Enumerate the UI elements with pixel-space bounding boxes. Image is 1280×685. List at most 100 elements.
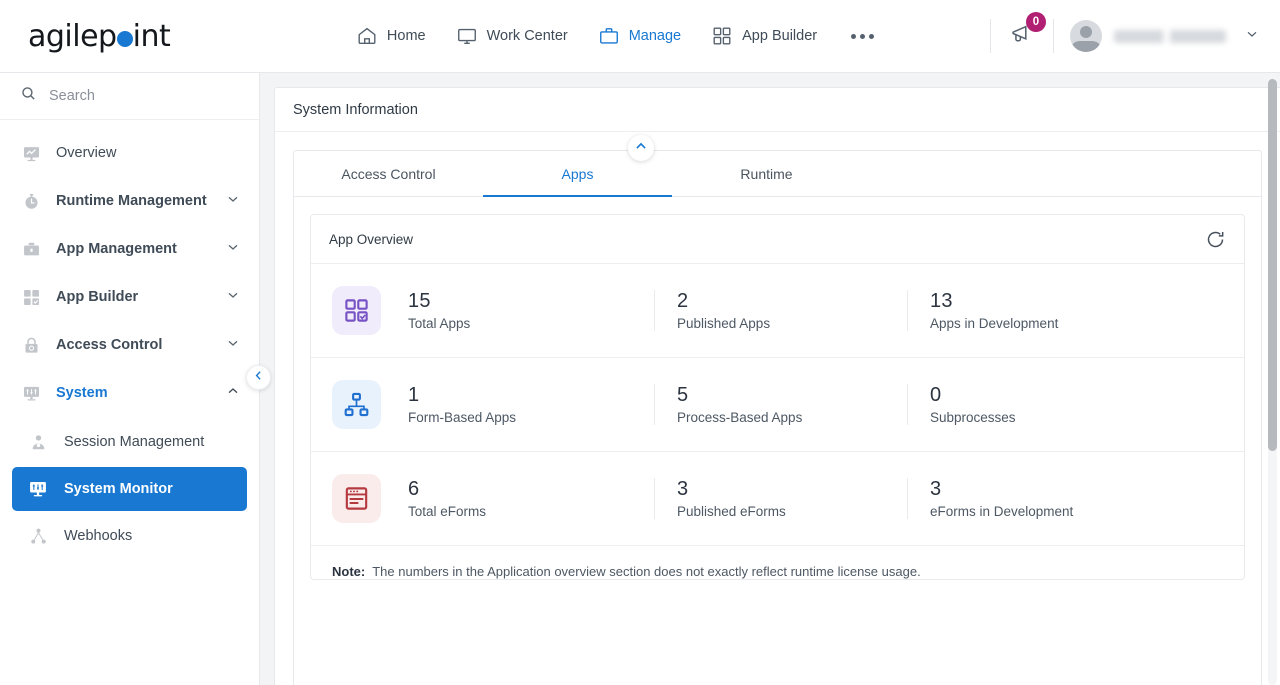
avatar-head (1080, 26, 1092, 38)
stat-subprocesses: 0 Subprocesses (907, 384, 1244, 425)
chevron-down-icon[interactable] (225, 335, 241, 356)
apps-grid-check-icon (332, 286, 381, 335)
nav-item-home[interactable]: Home (356, 25, 426, 47)
stat-cells-apps: 15 Total Apps 2 Published Apps 13 Apps i… (408, 290, 1244, 331)
page-body: Search Overview Runtime Management App M… (0, 73, 1280, 685)
user-avatar-icon (1070, 20, 1102, 52)
header-divider-2 (1053, 19, 1054, 53)
sidebar-search[interactable]: Search (0, 73, 259, 120)
sidebar-item-system[interactable]: System (0, 369, 259, 417)
page-title: System Information (293, 101, 418, 118)
sidebar-item-app-builder[interactable]: App Builder (0, 273, 259, 321)
tab-runtime[interactable]: Runtime (672, 151, 861, 196)
overview-monitor-icon (20, 144, 42, 163)
sidebar-item-webhooks-label: Webhooks (64, 528, 133, 544)
chevron-up-icon[interactable] (225, 383, 241, 404)
sidebar-item-system-label: System (56, 385, 108, 401)
sidebar-item-app-management-label: App Management (56, 241, 177, 257)
stat-eforms-in-development-label: eForms in Development (930, 504, 1074, 519)
chevron-down-icon[interactable] (225, 287, 241, 308)
sidebar-item-access-control-label: Access Control (56, 337, 163, 353)
stat-total-eforms: 6 Total eForms (408, 478, 654, 519)
chevron-down-icon[interactable] (225, 191, 241, 212)
search-icon (20, 85, 37, 107)
vertical-scrollbar-thumb[interactable] (1268, 79, 1277, 451)
chevron-down-icon[interactable] (225, 239, 241, 260)
sidebar-item-runtime-management[interactable]: Runtime Management (0, 177, 259, 225)
tab-access-control[interactable]: Access Control (294, 151, 483, 196)
top-navigation: Home Work Center Manage App Builder (260, 25, 974, 47)
stat-form-based-apps-label: Form-Based Apps (408, 410, 517, 425)
tab-runtime-label: Runtime (740, 165, 793, 182)
sidebar-item-system-monitor[interactable]: System Monitor (12, 467, 247, 511)
app-overview-note-text: The numbers in the Application overview … (372, 564, 921, 579)
stat-process-based-apps: 5 Process-Based Apps (654, 384, 907, 425)
home-icon (356, 25, 378, 47)
tab-access-control-label: Access Control (341, 165, 436, 182)
sidebar-collapse-button[interactable] (246, 365, 271, 390)
nav-item-home-label: Home (386, 28, 426, 44)
stat-row-apps: 15 Total Apps 2 Published Apps 13 Apps i… (311, 264, 1244, 358)
chevron-left-icon (252, 369, 265, 387)
stat-form-based-apps-value: 1 (408, 384, 420, 406)
nav-item-manage-label: Manage (628, 28, 682, 44)
tabs-card: Access Control Apps Runtime App Overview… (293, 150, 1262, 685)
stat-apps-in-development-value: 13 (930, 290, 953, 312)
system-monitor-icon (26, 479, 50, 499)
stat-total-eforms-value: 6 (408, 478, 420, 500)
stat-total-apps-value: 15 (408, 290, 431, 312)
briefcase-icon (20, 240, 42, 259)
user-menu[interactable] (1070, 20, 1260, 52)
sidebar-item-access-control[interactable]: Access Control (0, 321, 259, 369)
stat-published-apps-value: 2 (677, 290, 689, 312)
vertical-scrollbar[interactable] (1268, 73, 1277, 685)
stat-cells-app-types: 1 Form-Based Apps 5 Process-Based Apps 0… (408, 384, 1244, 425)
header-right-tools: 0 (974, 11, 1280, 54)
sidebar-item-session-management[interactable]: Session Management (12, 420, 247, 464)
sidebar-item-overview[interactable]: Overview (0, 129, 259, 177)
stat-row-app-types: 1 Form-Based Apps 5 Process-Based Apps 0… (311, 358, 1244, 452)
megaphone-icon (1009, 24, 1035, 51)
app-overview-card: App Overview 15 Total Apps 2 Published A… (310, 214, 1245, 580)
stat-eforms-in-development-value: 3 (930, 478, 942, 500)
brand-logo-text-part1: agilep (28, 18, 117, 54)
main-content: System Information Access Control Apps R… (260, 73, 1280, 685)
nav-item-app-builder[interactable]: App Builder (711, 25, 817, 47)
monitor-icon (456, 25, 478, 47)
system-information-panel: System Information Access Control Apps R… (274, 87, 1280, 685)
panel-header: System Information (275, 88, 1280, 132)
stat-published-eforms-label: Published eForms (677, 504, 786, 519)
stat-total-eforms-label: Total eForms (408, 504, 487, 519)
sidebar-item-webhooks[interactable]: Webhooks (12, 514, 247, 558)
stat-apps-in-development: 13 Apps in Development (907, 290, 1244, 331)
sidebar-item-app-management[interactable]: App Management (0, 225, 259, 273)
panel-collapse-button[interactable] (628, 135, 654, 161)
stat-total-apps: 15 Total Apps (408, 290, 654, 331)
hierarchy-icon (332, 380, 381, 429)
sidebar-item-runtime-management-label: Runtime Management (56, 193, 207, 209)
grid-icon (711, 25, 733, 47)
notifications-button[interactable]: 0 (1007, 11, 1046, 54)
brand-logo[interactable]: agilep int (0, 19, 260, 54)
brand-logo-text: agilep int (28, 18, 171, 54)
app-overview-note: Note: The numbers in the Application over… (311, 546, 1244, 579)
stat-process-based-apps-label: Process-Based Apps (677, 410, 803, 425)
nav-item-manage[interactable]: Manage (598, 25, 681, 47)
eform-icon (332, 474, 381, 523)
header-divider-1 (990, 19, 991, 53)
chevron-down-icon[interactable] (1244, 26, 1260, 47)
more-options-button[interactable] (847, 33, 878, 39)
nav-item-work-center[interactable]: Work Center (456, 25, 568, 47)
session-user-icon (26, 433, 50, 452)
dot-1 (851, 33, 857, 39)
refresh-icon[interactable] (1205, 229, 1226, 250)
sidebar-nav-list: Overview Runtime Management App Manageme… (0, 120, 259, 561)
tab-panel-apps: App Overview 15 Total Apps 2 Published A… (294, 197, 1261, 685)
sidebar-item-app-builder-label: App Builder (56, 289, 139, 305)
stat-cells-eforms: 6 Total eForms 3 Published eForms 3 eFor… (408, 478, 1244, 519)
search-input[interactable]: Search (49, 88, 95, 104)
briefcase-icon (598, 25, 620, 47)
app-overview-note-label: Note: (332, 564, 366, 579)
user-name-label (1114, 29, 1226, 43)
stat-published-eforms: 3 Published eForms (654, 478, 907, 519)
